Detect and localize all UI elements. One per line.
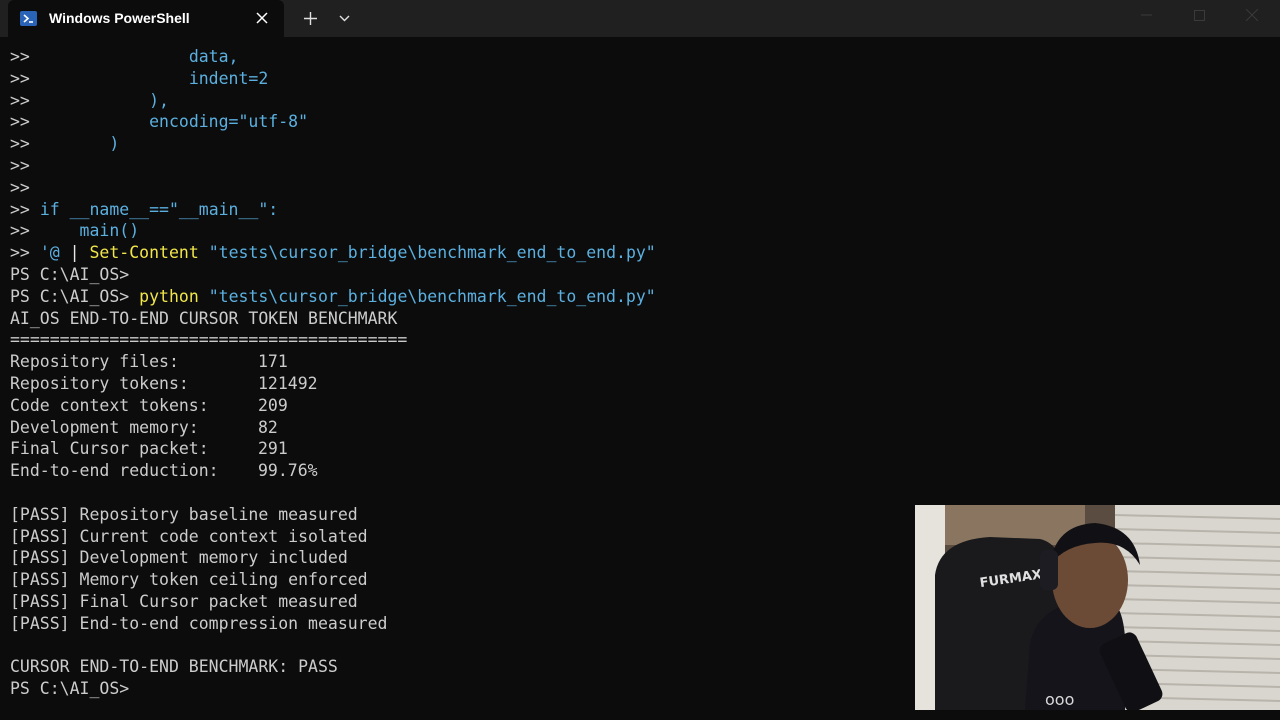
svg-text:ooo: ooo (1045, 690, 1074, 709)
terminal-line: >> data, (10, 47, 239, 66)
close-window-icon[interactable] (1226, 0, 1278, 30)
metric-row: Repository tokens: 121492 (10, 373, 318, 393)
terminal-line: PS C:\AI_OS> python "tests\cursor_bridge… (10, 286, 656, 306)
bottom-edge (0, 710, 1280, 720)
metric-row: Code context tokens: 209 (10, 395, 288, 415)
terminal-line: >> indent=2 (10, 68, 269, 88)
tab-windows-powershell[interactable]: Windows PowerShell (8, 0, 284, 37)
title-bar: Windows PowerShell (0, 0, 1280, 37)
plus-icon[interactable] (298, 6, 322, 30)
chevron-down-icon[interactable] (333, 6, 355, 30)
close-tab-icon[interactable] (251, 7, 273, 29)
benchmark-title: AI_OS END-TO-END CURSOR TOKEN BENCHMARK (10, 308, 398, 328)
separator: ======================================== (10, 330, 408, 350)
terminal-line: >> '@ | Set-Content "tests\cursor_bridge… (10, 243, 656, 263)
terminal-line: >> main() (10, 221, 140, 241)
minimize-icon[interactable] (1120, 0, 1172, 30)
metric-row: Repository files: 171 (10, 352, 288, 372)
powershell-icon (20, 11, 37, 26)
webcam-image: FURMAX ooo (915, 505, 1280, 710)
maximize-icon[interactable] (1173, 0, 1225, 30)
terminal-line: >> if __name__=="__main__": (10, 199, 279, 219)
terminal-line: >> (10, 177, 30, 197)
tab-title: Windows PowerShell (49, 10, 190, 26)
terminal-line: >> ) (10, 134, 120, 154)
terminal-prompt: PS C:\AI_OS> (10, 264, 130, 284)
metric-row: End-to-end reduction: 99.76% (10, 461, 318, 481)
terminal-line: >> encoding="utf-8" (10, 112, 309, 132)
metric-row: Final Cursor packet: 291 (10, 439, 288, 459)
metric-row: Development memory: 82 (10, 417, 278, 437)
terminal-line: >> (10, 155, 30, 175)
terminal-line: >> ), (10, 90, 169, 110)
webcam-overlay: FURMAX ooo (915, 505, 1280, 710)
